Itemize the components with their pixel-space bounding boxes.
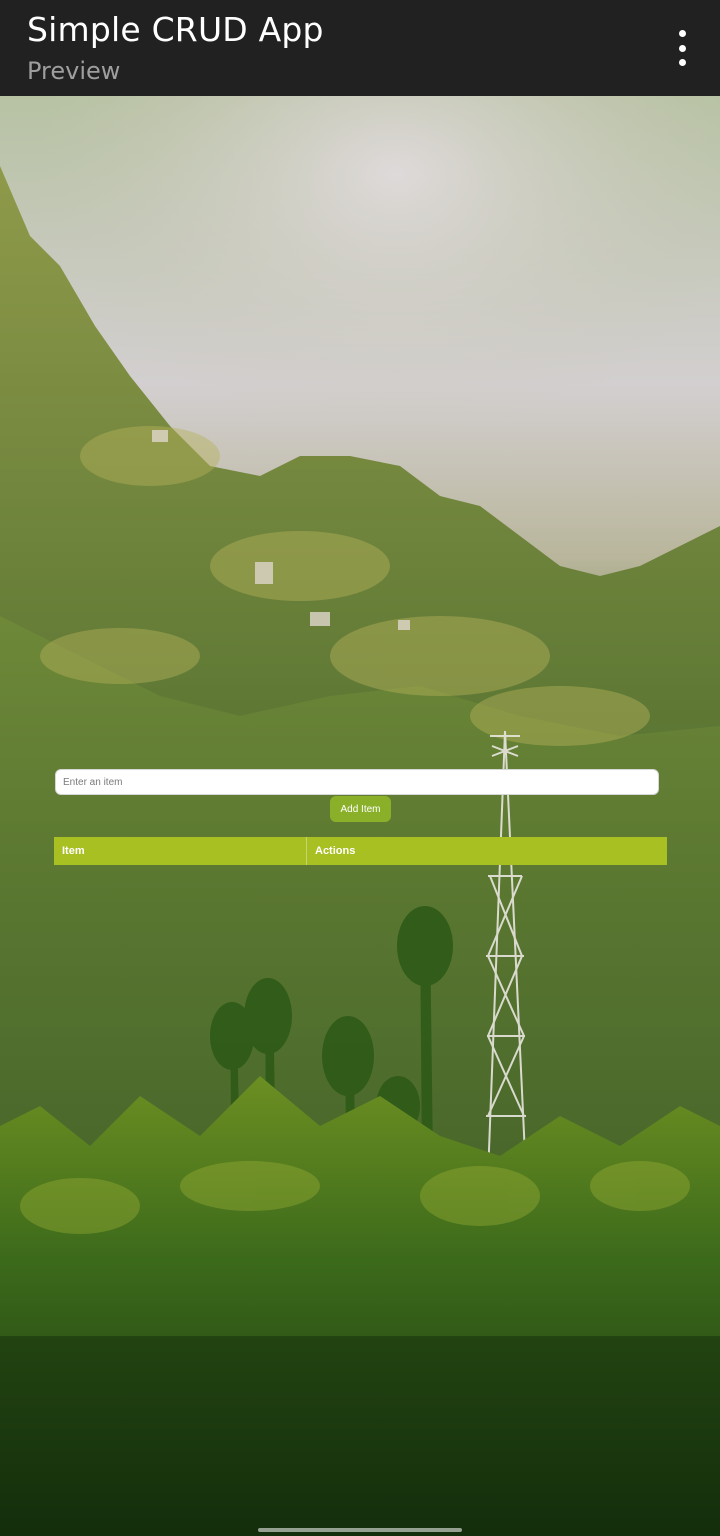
column-header-item: Item: [54, 837, 307, 865]
home-indicator[interactable]: [258, 1528, 462, 1532]
table-header-row: Item Actions: [54, 837, 667, 865]
app-bar: Simple CRUD App Preview: [0, 0, 720, 96]
column-header-actions: Actions: [306, 837, 667, 865]
app-title: Simple CRUD App: [27, 10, 324, 49]
add-item-button[interactable]: Add Item: [330, 796, 391, 822]
app-subtitle: Preview: [27, 57, 121, 85]
items-table: Item Actions: [54, 837, 667, 865]
more-vert-icon[interactable]: [666, 30, 698, 66]
item-input[interactable]: [55, 769, 659, 795]
